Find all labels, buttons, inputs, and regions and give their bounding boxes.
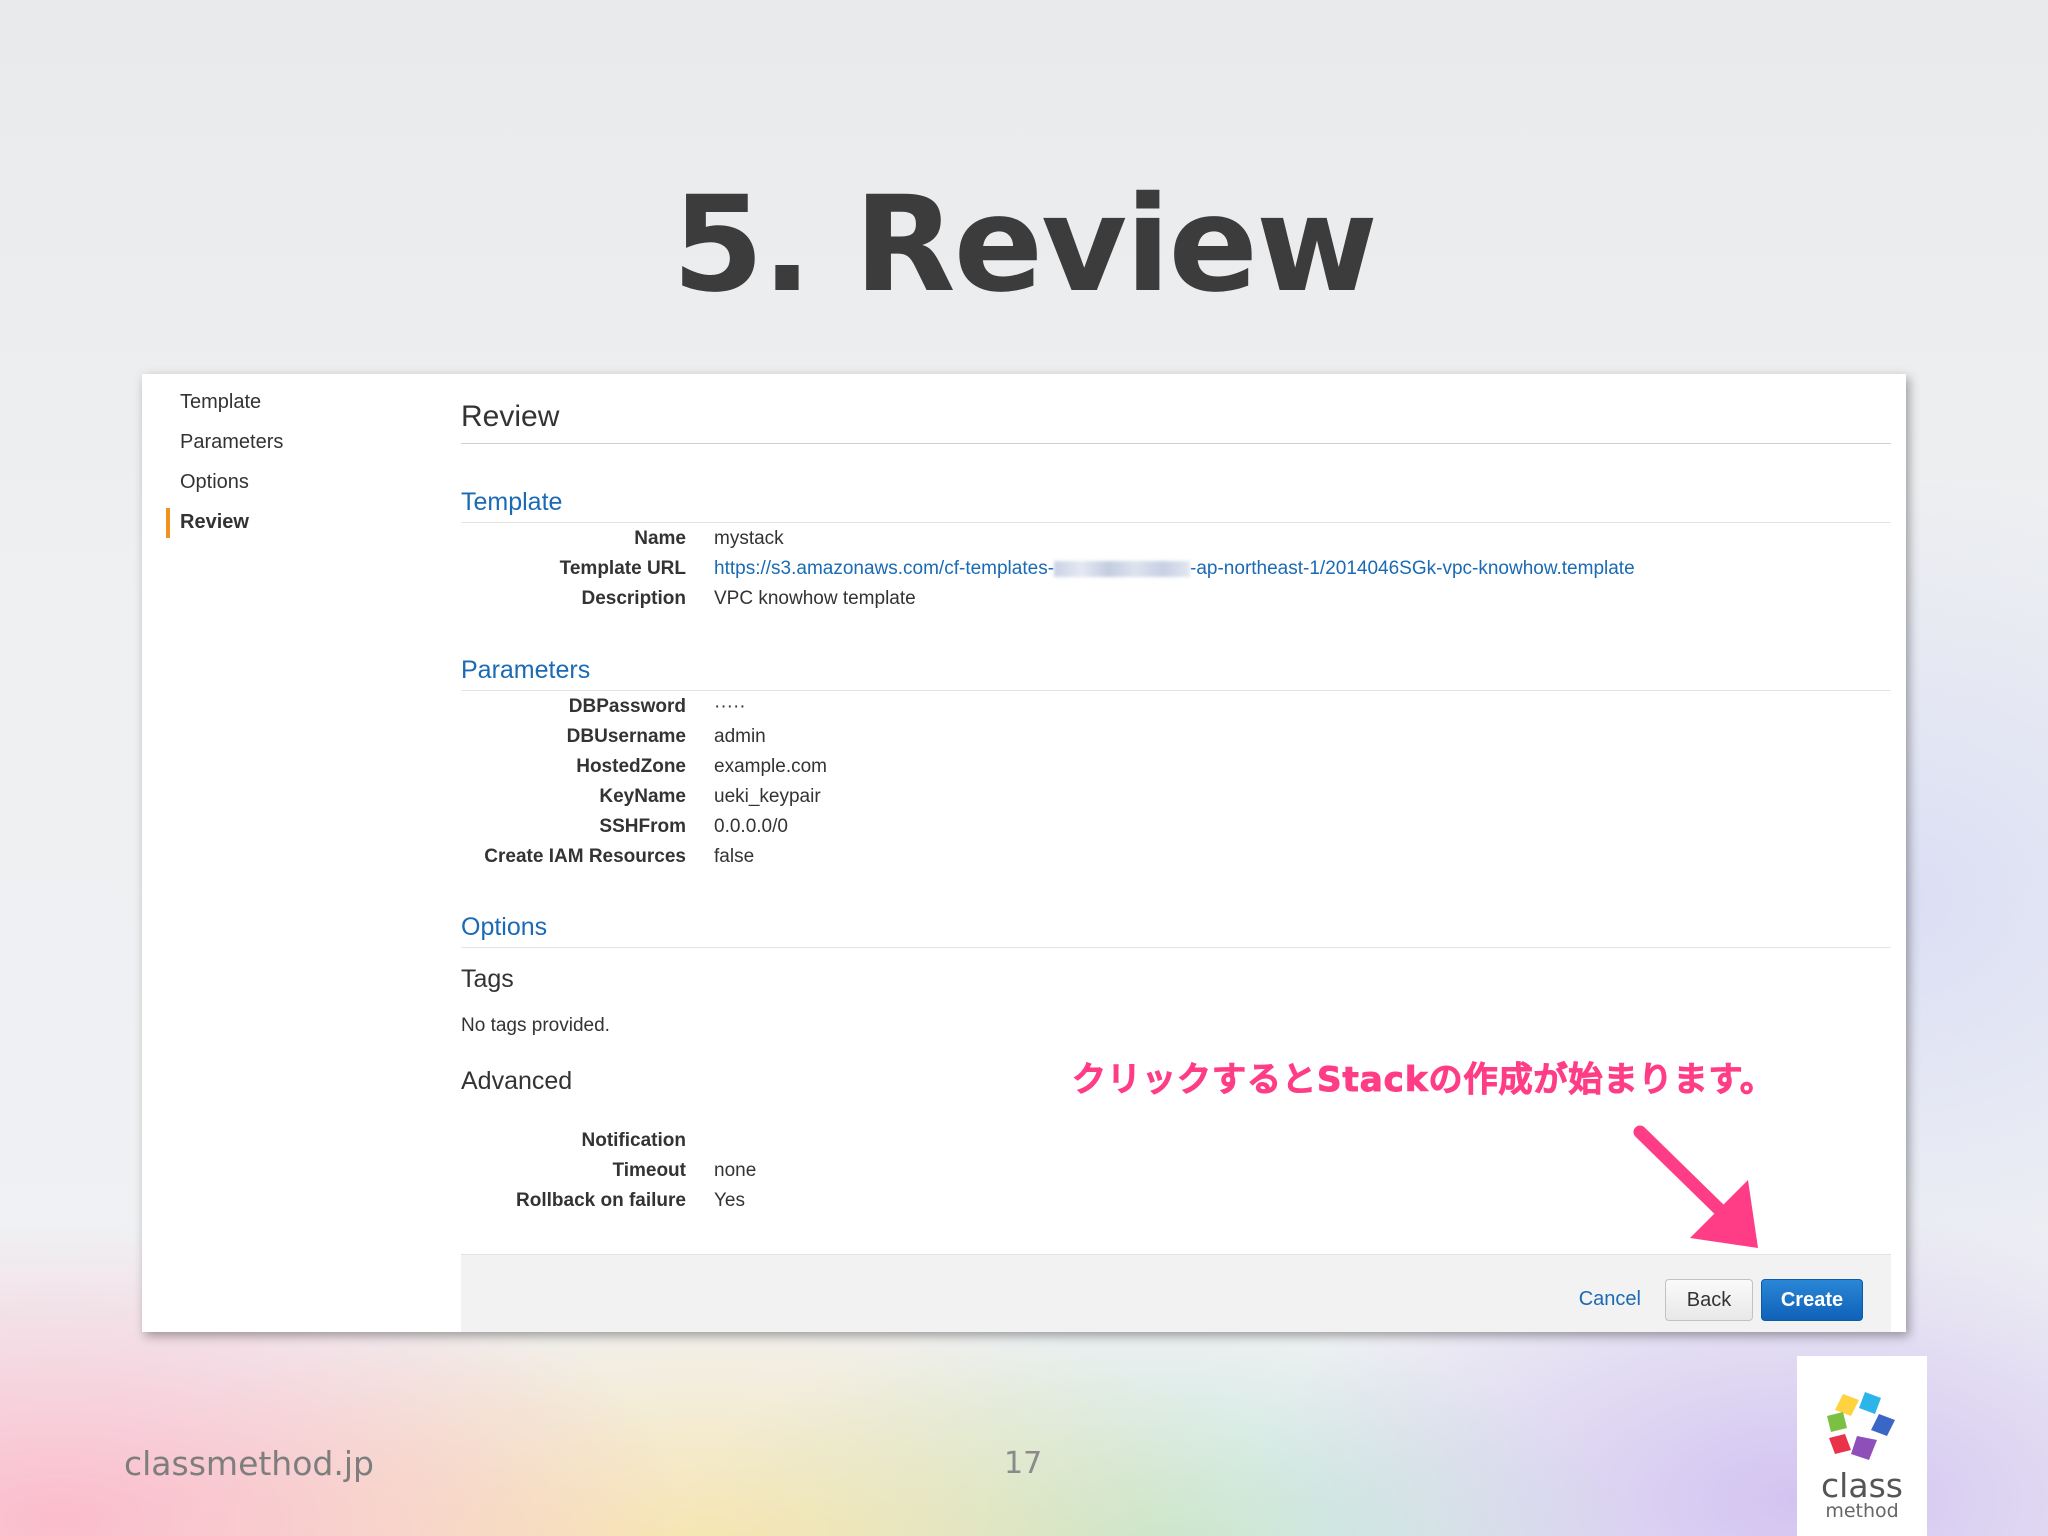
callout-annotation: クリックするとStackの作成が始まります。: [1071, 1060, 1776, 1101]
wizard-footer: Cancel Back Create: [461, 1254, 1891, 1332]
detail-key: DBPassword: [568, 696, 686, 717]
detail-key: Template URL: [559, 558, 686, 579]
pointer-arrow-icon: [1633, 1125, 1758, 1248]
detail-value: 0.0.0.0/0: [714, 816, 788, 837]
sidebar-item-options[interactable]: Options: [166, 462, 426, 502]
advanced-heading: Advanced: [461, 1067, 573, 1095]
detail-value: false: [714, 846, 755, 867]
create-button[interactable]: Create: [1761, 1279, 1863, 1321]
detail-key: Timeout: [612, 1160, 686, 1181]
section-title-options: Options: [461, 913, 548, 941]
section-divider: [461, 522, 1891, 523]
sidebar-item-template[interactable]: Template: [166, 382, 426, 422]
detail-key: Notification: [581, 1130, 687, 1151]
detail-key: Create IAM Resources: [484, 846, 686, 867]
slide-title: 5. Review: [672, 168, 1378, 322]
classmethod-logo: class method: [1797, 1356, 1927, 1536]
table-row: SSHFrom 0.0.0.0/0: [461, 812, 1891, 842]
detail-row-name: Name mystack: [461, 524, 1891, 554]
detail-key: Description: [581, 588, 686, 609]
sidebar-item-review[interactable]: Review: [166, 502, 426, 542]
section-divider: [461, 947, 1891, 948]
url-suffix: -ap-northeast-1/2014046SGk-vpc-knowhow.t…: [1190, 558, 1635, 579]
detail-row-description: Description VPC knowhow template: [461, 584, 1891, 614]
detail-value: admin: [714, 726, 766, 747]
detail-value: mystack: [714, 528, 784, 549]
detail-key: Rollback on failure: [516, 1190, 686, 1211]
parameter-details: DBPassword ····· DBUsername admin Hosted…: [461, 692, 1891, 872]
detail-value: ueki_keypair: [714, 786, 821, 807]
section-title-parameters: Parameters: [461, 656, 591, 684]
page-title: Review: [461, 400, 560, 433]
table-row: Create IAM Resources false: [461, 842, 1891, 872]
table-row: HostedZone example.com: [461, 752, 1891, 782]
back-button[interactable]: Back: [1665, 1279, 1753, 1321]
detail-value: ·····: [714, 696, 746, 717]
detail-key: Name: [634, 528, 686, 549]
tags-heading: Tags: [461, 965, 514, 993]
url-prefix: https://s3.amazonaws.com/cf-templates-: [714, 558, 1055, 579]
detail-value: none: [714, 1160, 757, 1181]
detail-key: DBUsername: [566, 726, 686, 747]
redacted-bucket-id: [1054, 560, 1191, 577]
wizard-steps-sidebar: Template Parameters Options Review: [166, 382, 426, 542]
table-row: KeyName ueki_keypair: [461, 782, 1891, 812]
tags-empty-text: No tags provided.: [461, 1015, 610, 1036]
detail-key: SSHFrom: [599, 816, 686, 837]
detail-value: example.com: [714, 756, 827, 777]
sidebar-item-parameters[interactable]: Parameters: [166, 422, 426, 462]
detail-value: VPC knowhow template: [714, 588, 916, 609]
page-number: 17: [1004, 1446, 1043, 1481]
detail-value: Yes: [714, 1190, 745, 1211]
table-row: DBUsername admin: [461, 722, 1891, 752]
cancel-button[interactable]: Cancel: [1579, 1279, 1641, 1319]
detail-key: KeyName: [599, 786, 686, 807]
section-divider: [461, 690, 1891, 691]
section-title-template: Template: [461, 488, 563, 516]
detail-key: HostedZone: [576, 756, 686, 777]
table-row: DBPassword ·····: [461, 692, 1891, 722]
detail-row-template-url: Template URL https://s3.amazonaws.com/cf…: [461, 554, 1891, 584]
template-details: Name mystack Template URL https://s3.ama…: [461, 524, 1891, 614]
logo-word-method: method: [1825, 1500, 1899, 1522]
title-divider: [461, 443, 1891, 444]
logo-mark-icon: [1827, 1392, 1895, 1460]
template-url-link[interactable]: https://s3.amazonaws.com/cf-templates- -a…: [714, 554, 1635, 584]
site-footer-text: classmethod.jp: [124, 1444, 374, 1483]
